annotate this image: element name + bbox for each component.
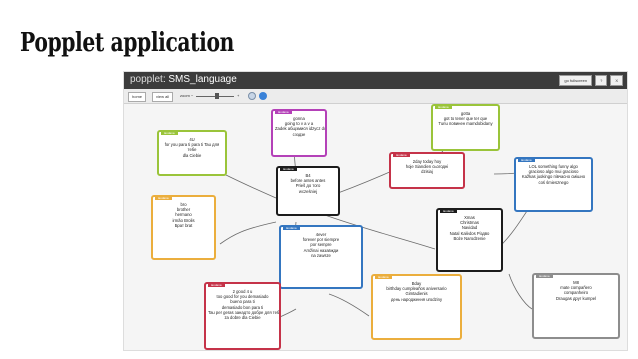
popple-text-line: dzisiaj: [421, 169, 433, 175]
popple-text-line: Kažkas juokingo півчасно смішно: [521, 174, 586, 180]
popple-n8[interactable]: lavdana 4ever forever por siempre por sempr…: [279, 225, 363, 289]
help-button[interactable]: ?: [595, 75, 608, 86]
popple-tag: lavdana: [208, 284, 225, 287]
board-toolbar: home view all zoom − +: [124, 89, 627, 104]
popple-n12[interactable]: lavdana M8 mate compañero companheiro Drauga…: [532, 273, 620, 339]
popple-n1[interactable]: lavdana gonna going to v a v a Zadek абщэми…: [271, 109, 327, 157]
popple-n4[interactable]: lavdana 2day today hoy hoje Siandien сього…: [389, 152, 465, 189]
popple-n2[interactable]: lavdana gotta got to tener que ter que Turi…: [431, 104, 500, 151]
popple-n11[interactable]: lavdana Bday birthday cumpleaños aniversar…: [371, 274, 462, 340]
connector: [508, 273, 533, 310]
logo-text: popplet: [130, 74, 163, 85]
popple-tag: lavdana: [393, 154, 410, 157]
popple-tag: lavdana: [435, 106, 452, 109]
topbar-actions: go fullscreen ? X: [559, 75, 623, 86]
app-topbar: popplet: SMS_language go fullscreen ? X: [124, 72, 627, 89]
popple-text-line: wcześniej: [298, 188, 318, 194]
zoom-plus-icon[interactable]: +: [237, 93, 239, 98]
view-all-button[interactable]: view all: [152, 92, 174, 102]
popple-tag: lavdana: [375, 276, 392, 279]
file-name-text: SMS_language: [168, 74, 237, 85]
popple-tag: lavdana: [275, 111, 292, 114]
popple-text-line: Turiu повинен mamdobidany: [438, 121, 493, 127]
popple-text-line: dla Ciebie: [182, 152, 202, 158]
fullscreen-button[interactable]: go fullscreen: [559, 75, 593, 86]
popple-text-line: сэздзе: [292, 131, 306, 137]
popple-tag: lavdana: [280, 168, 297, 171]
popplet-screenshot: popplet: SMS_language go fullscreen ? X …: [123, 71, 628, 351]
popple-n9[interactable]: lavdana Xmas Christmas Navidad Natal Kalėdos…: [436, 208, 503, 272]
popple-text-line: Draugas друг kumpel: [556, 295, 596, 301]
zoom-slider-handle[interactable]: [214, 93, 219, 99]
popple-tag: lavdana: [161, 132, 178, 135]
popple-text-line: za dobre dla Ciebie: [224, 315, 261, 321]
zoom-label: zoom: [180, 93, 190, 98]
popple-tag: lavdana: [536, 275, 553, 278]
home-button[interactable]: home: [128, 92, 147, 102]
add-popple-icon[interactable]: [259, 92, 267, 100]
popple-text-line: coś śmiesznego: [538, 179, 569, 185]
popple-text-line: Boże Narodzenie: [453, 235, 486, 241]
close-button[interactable]: X: [610, 75, 623, 86]
popple-n10[interactable]: lavdana 2 good 4 u too good for you demasi…: [204, 282, 281, 350]
popple-n7[interactable]: lavdana bro brother hermano irmão Brolis Брат…: [151, 195, 216, 260]
popple-tag: lavdana: [440, 210, 457, 213]
zoom-minus-icon[interactable]: −: [191, 93, 193, 98]
popple-tag: lavdana: [155, 197, 172, 200]
popple-n5[interactable]: lavdana B4 before antes antes Prieš до того…: [276, 166, 340, 216]
popple-text-line: Zadek абщэмися idzycz do: [275, 126, 327, 132]
connector: [328, 293, 370, 317]
popple-n3[interactable]: lavdana 4U for you para ti para ti Tau для…: [157, 130, 227, 176]
popplet-canvas[interactable]: lavdana gonna going to v a v a Zadek абщэми…: [124, 104, 627, 350]
popple-n6[interactable]: lavdana LOL something funny algo gracioso …: [514, 157, 593, 212]
app-logo[interactable]: popplet: SMS_language: [130, 74, 237, 85]
popple-text-line: Брат brat: [174, 222, 193, 228]
popple-text-line: день народження urodziny: [390, 296, 443, 302]
connector: [219, 221, 277, 245]
popple-tag: lavdana: [283, 227, 300, 230]
popple-text-line: na zawsze: [311, 252, 331, 258]
file-name: : SMS_language: [162, 74, 237, 85]
connector: [223, 173, 277, 199]
slide-title: Popplet application: [20, 28, 234, 58]
settings-icon[interactable]: [248, 92, 256, 100]
popple-tag: lavdana: [518, 159, 535, 162]
